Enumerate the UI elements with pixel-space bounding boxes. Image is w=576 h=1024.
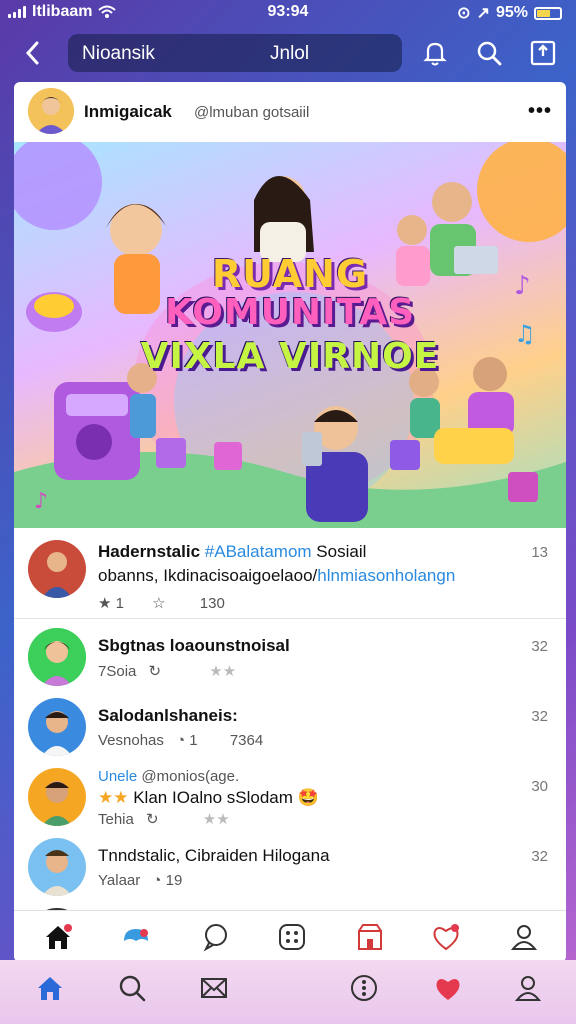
commenter-avatar[interactable] (28, 540, 86, 598)
commenter-avatar[interactable] (28, 768, 86, 826)
reply-icon[interactable]: ↻ (146, 811, 159, 828)
comment-meta: Vesnohas ◔ 1 7364 (98, 732, 264, 749)
comment-row[interactable]: Tnndstalic, Cibraiden Hilogana Yalaar ◔ … (14, 834, 566, 902)
alarm-icon: ↗ (476, 5, 490, 22)
comment-icon[interactable]: ◔ (152, 872, 161, 889)
bottom-nav-bar (0, 960, 576, 1024)
banner-title-line2: KOMUNITAS (164, 292, 415, 333)
comment-time: 30 (531, 778, 548, 795)
comment-time: 13 (531, 544, 548, 561)
profile-icon[interactable] (512, 972, 544, 1004)
search-icon[interactable] (474, 38, 504, 68)
rating-stars-icon: ★★ (98, 788, 129, 807)
author-handle[interactable]: @lmuban gotsaiil (194, 104, 309, 121)
inner-tab-bar (14, 910, 566, 962)
star-icon[interactable]: ★ (98, 595, 111, 612)
heart-icon[interactable] (432, 972, 464, 1004)
comment-meta: Tehia ↻ ★★ (98, 811, 230, 828)
menu-dots-icon[interactable] (348, 972, 380, 1004)
post-banner-image[interactable]: ♪ ♫ ♪ RUANG KOMUNITAS VIXLA VIRNOE (14, 142, 566, 528)
explore-icon[interactable] (120, 921, 152, 953)
search-icon[interactable] (116, 972, 148, 1004)
share-icon[interactable] (528, 38, 558, 68)
search-input[interactable]: Nioansik Jnlol (68, 34, 402, 72)
commenter-avatar[interactable] (28, 628, 86, 686)
emoji-icon: 🤩 (297, 788, 319, 807)
comment-author[interactable]: Tnndstalic, Cibraiden Hilogana (98, 846, 330, 866)
commenter-avatar[interactable] (28, 698, 86, 756)
comment-row[interactable]: Salodanlshaneis: Vesnohas ◔ 1 7364 32 (14, 694, 566, 762)
chat-icon[interactable] (200, 921, 232, 953)
heart-icon[interactable] (430, 921, 462, 953)
comment-time: 32 (531, 848, 548, 865)
top-bar: Nioansik Jnlol (0, 34, 576, 74)
author-avatar[interactable] (28, 88, 74, 134)
commenter-avatar[interactable] (28, 838, 86, 896)
battery-label: 95% (495, 4, 528, 21)
banner-title-line3: VIXLA VIRNOE (140, 336, 440, 377)
back-arrow-icon[interactable] (18, 38, 48, 68)
comment-row[interactable]: Unele @monios(age. ★★ Klan IOalno sSloda… (14, 764, 566, 832)
comment-row[interactable]: Hadernstalic #ABalatamom Sosiail obanns,… (14, 528, 566, 616)
comment-author[interactable]: Sbgtnas loaounstnoisal (98, 636, 290, 656)
comment-icon[interactable]: ◔ (176, 732, 185, 749)
comment-time: 32 (531, 638, 548, 655)
search-right-text: Jnlol (270, 43, 310, 64)
comment-line1: Hadernstalic #ABalatamom Sosiail (98, 542, 367, 561)
divider (14, 618, 566, 619)
lock-rotation-icon: ⊙ (457, 5, 471, 22)
home-icon[interactable] (34, 972, 66, 1004)
banner-illustration: ♪ ♫ ♪ (14, 142, 566, 528)
author-name[interactable]: Inmigaicak (84, 102, 172, 122)
apps-icon[interactable] (276, 921, 308, 953)
comment-author[interactable]: Salodanlshaneis: (98, 706, 238, 726)
svg-text:♪: ♪ (34, 489, 48, 514)
store-icon[interactable] (354, 921, 386, 953)
comment-time: 32 (531, 708, 548, 725)
bell-icon[interactable] (420, 38, 450, 68)
banner-title-line1: RUANG (211, 252, 369, 296)
comment-meta: 7Soia ↻ ★★ (98, 663, 237, 680)
post-header: Inmigaicak @lmuban gotsaiil ••• (14, 82, 566, 140)
rating-stars-icon: ★★ (209, 663, 237, 680)
comment-meta: ★ 1 ☆ 130 (98, 595, 225, 612)
comment-line1: Unele @monios(age. (98, 768, 240, 785)
reply-icon[interactable]: ↻ (149, 663, 162, 680)
more-dots-icon[interactable]: ••• (528, 100, 552, 123)
mail-icon[interactable] (198, 972, 230, 1004)
post-card: Inmigaicak @lmuban gotsaiil ••• ♪ ♫ ♪ RU… (14, 82, 566, 962)
battery-icon (534, 6, 562, 20)
home-icon[interactable] (42, 921, 74, 953)
comment-line2: ★★ Klan IOalno sSlodam 🤩 (98, 788, 319, 807)
profile-icon[interactable] (508, 921, 540, 953)
rating-stars-icon: ★★ (202, 811, 230, 828)
search-left-text: Nioansik (82, 43, 155, 64)
comment-meta: Yalaar ◔ 19 (98, 872, 183, 889)
comment-line2: obanns, Ikdinacisoaigoelaoo/hlnmiasonhol… (98, 566, 456, 585)
comment-row[interactable]: Sbgtnas loaounstnoisal 7Soia ↻ ★★ 32 (14, 624, 566, 692)
star-outline-icon[interactable]: ☆ (152, 595, 165, 612)
status-bar: Itlibaam 93:94 ⊙ ↗ 95% (0, 0, 576, 24)
